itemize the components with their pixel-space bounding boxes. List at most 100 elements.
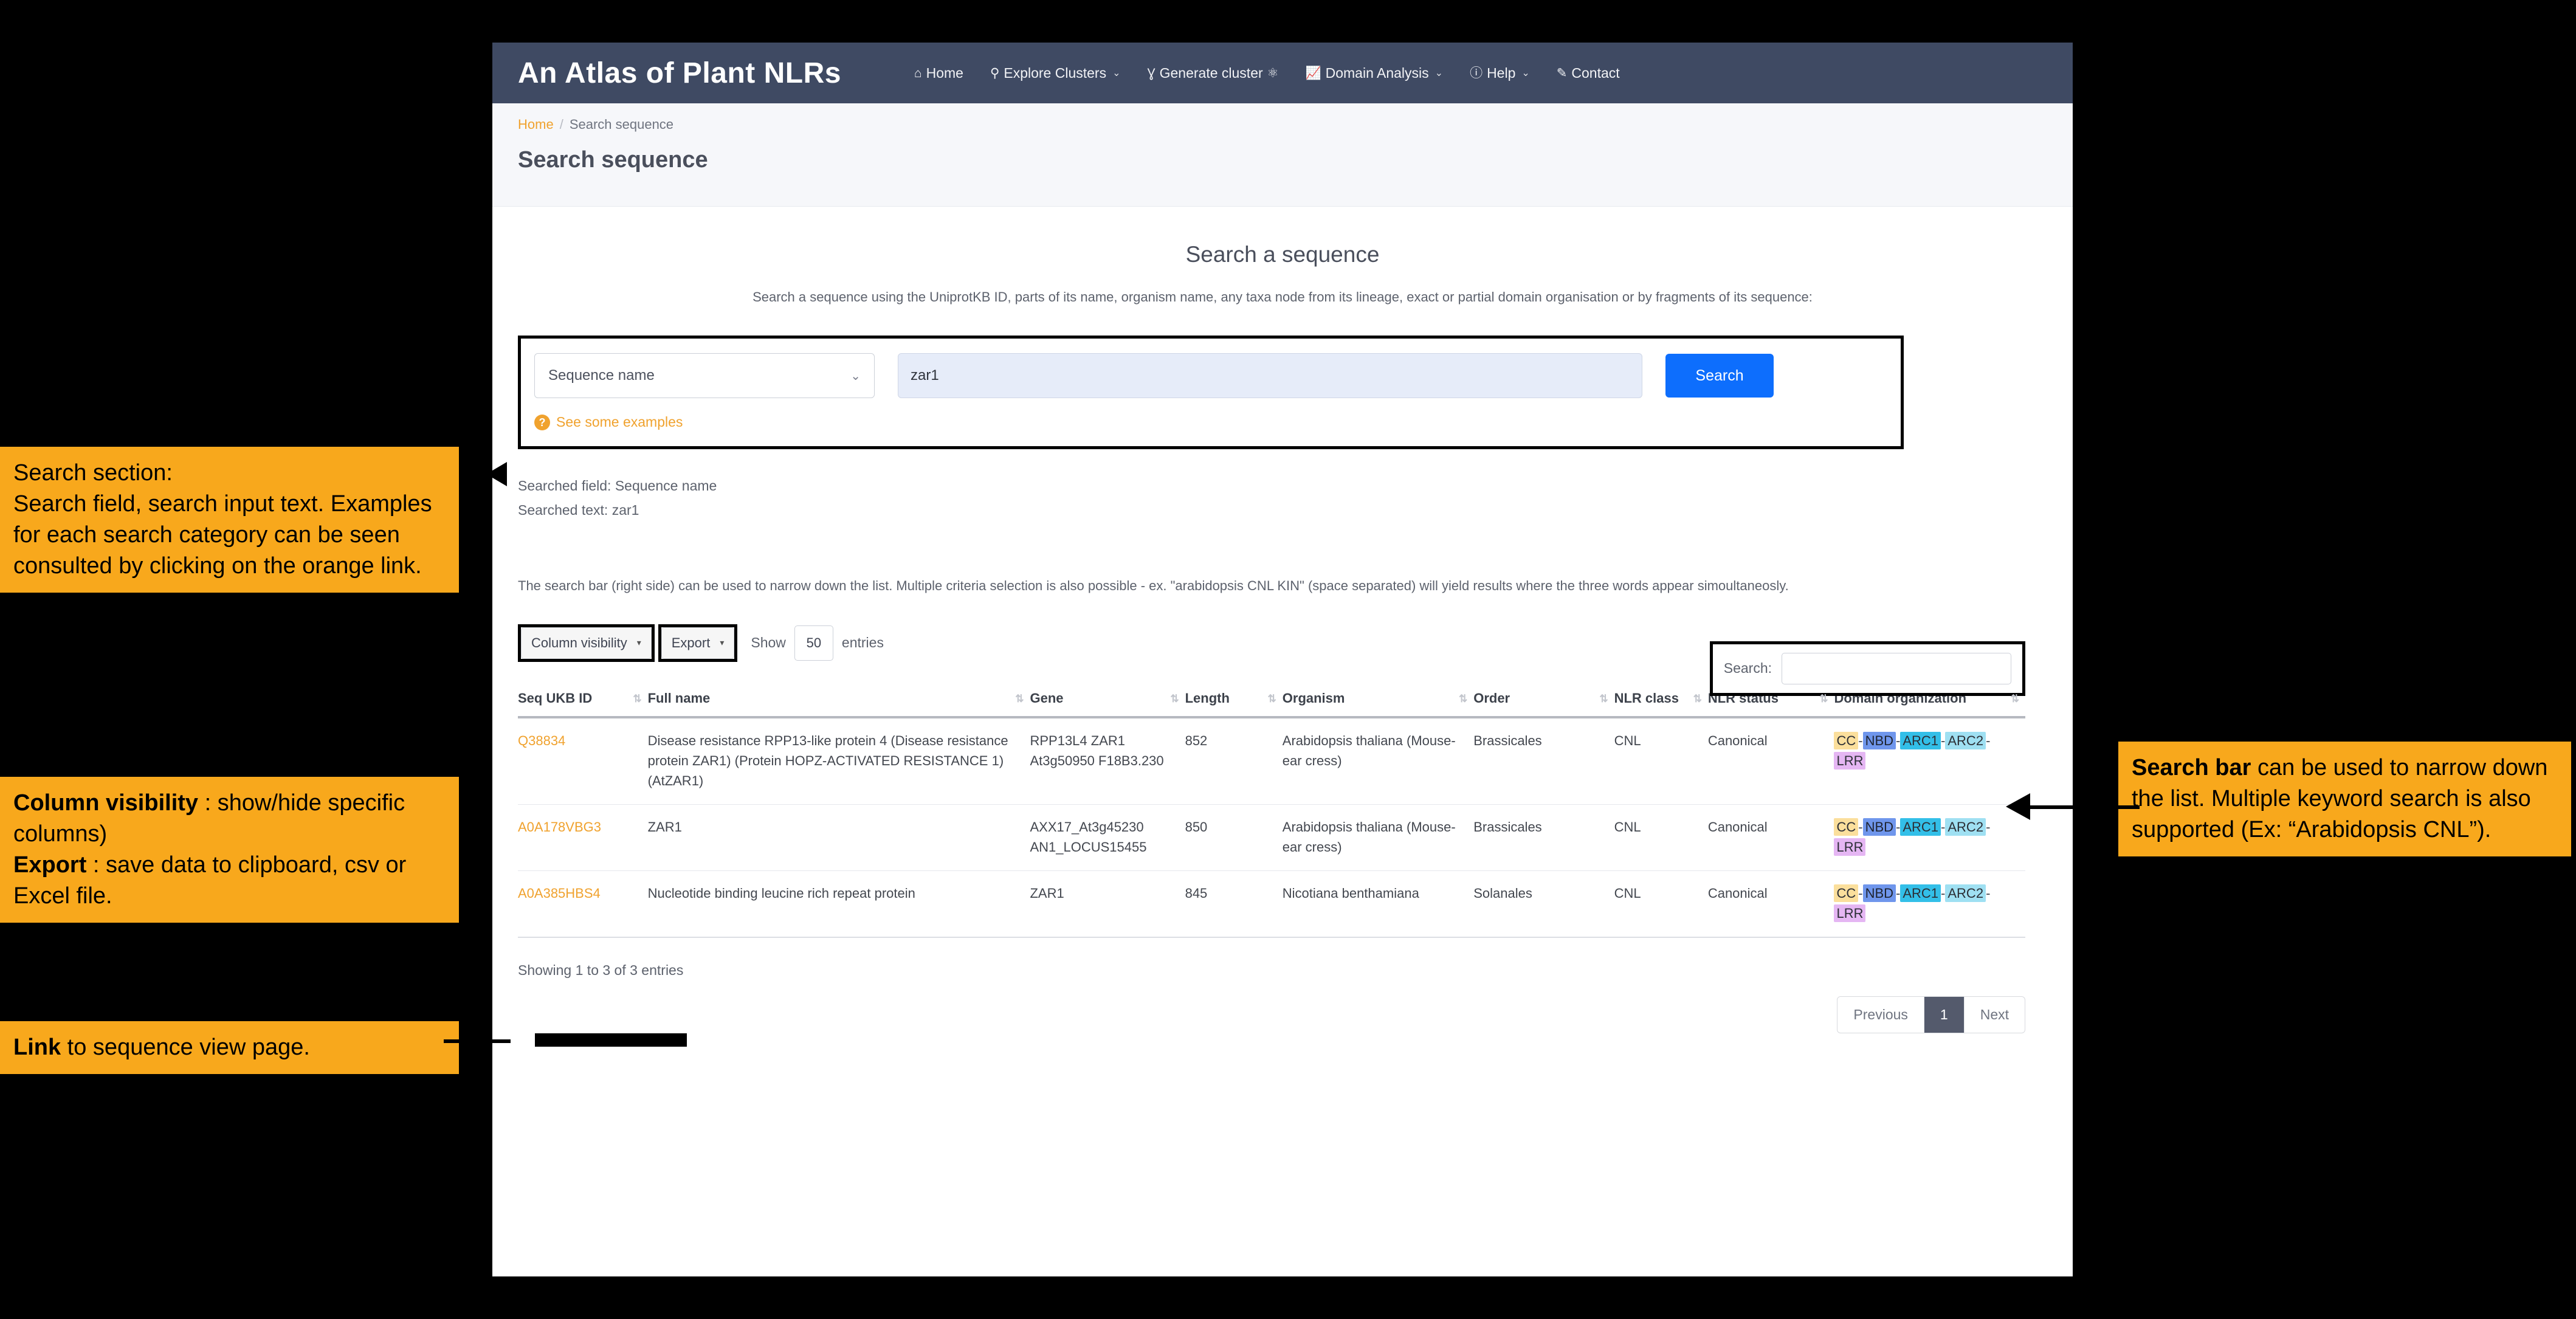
cell-full-name: Nucleotide binding leucine rich repeat p… [647,870,1030,938]
arrow-search-bar [2006,793,2030,820]
sequence-link[interactable]: A0A385HBS4 [518,886,601,901]
col-header-gene[interactable]: Gene ⇅ [1030,689,1185,719]
callout-columns-term: Column visibility [13,790,199,816]
breadcrumb-home-link[interactable]: Home [518,117,554,133]
nav-label-help: Help [1487,64,1516,81]
sort-icon: ⇅ [1267,693,1276,705]
export-label: Export [671,635,711,650]
nav-item-help[interactable]: ⓘ Help ⌄ [1470,65,1530,81]
breadcrumb-current: Search sequence [569,117,674,132]
table-search-label: Search: [1723,660,1772,677]
pagination-previous[interactable]: Previous [1837,997,1924,1033]
cell-organism: Nicotiana benthamiana [1282,870,1474,938]
table-row: A0A385HBS4 Nucleotide binding leucine ri… [518,870,2025,938]
domain-chip-arc2: ARC2 [1945,818,1986,836]
search-button[interactable]: Search [1665,354,1774,398]
chevron-down-icon: ⌄ [1112,68,1121,78]
nav-label-explore-clusters: Explore Clusters [1004,64,1107,81]
show-label: Show [751,635,786,651]
table-search-input[interactable] [1782,652,2011,684]
breadcrumb: Home / Search sequence [518,117,2073,133]
domain-chip-arc2: ARC2 [1945,884,1986,903]
top-navbar: An Atlas of Plant NLRs ⌂ Home ⚲ Explore … [492,43,2073,103]
callout-export-term: Export [13,852,87,878]
showing-entries-text: Showing 1 to 3 of 3 entries [518,962,684,979]
cell-seq-ukb-id: A0A385HBS4 [518,870,648,938]
section-title: Search a sequence [1185,242,1380,267]
search-input[interactable] [898,353,1642,399]
callout-column-export: Column visibility : show/hide specific c… [0,777,459,923]
domain-chip-arc1: ARC1 [1900,732,1941,750]
site-brand[interactable]: An Atlas of Plant NLRs [518,57,841,90]
cell-domain-organization: CC - NBD - ARC1- ARC2 -LRR [1834,870,2025,938]
search-field-select[interactable]: Sequence name ⌄ [534,353,875,399]
nav-item-generate-cluster[interactable]: Ɣ Generate cluster ⚛ [1148,65,1279,81]
cell-domain-organization: CC - NBD - ARC1- ARC2 -LRR [1834,804,2025,872]
col-header-full-name[interactable]: Full name ⇅ [647,689,1030,719]
chevron-down-icon: ⌄ [1521,68,1530,78]
sequence-link[interactable]: A0A178VBG3 [518,819,601,835]
cell-seq-ukb-id: A0A178VBG3 [518,804,648,872]
cell-nlr-class: CNL [1614,870,1708,938]
results-table: Seq UKB ID ⇅ Full name ⇅ Gene ⇅ Length ⇅… [518,689,2025,938]
domain-chip-arc1: ARC1 [1900,884,1941,903]
info-icon: ⓘ [1470,66,1483,80]
nav-item-contact[interactable]: ✎ Contact [1557,65,1620,81]
breadcrumb-band: Home / Search sequence Search sequence [492,103,2073,207]
callout-link-body: to sequence view page. [61,1035,310,1060]
domain-chip-nbd: NBD [1862,732,1896,750]
leader-line-search-bar [2024,805,2140,809]
domain-chip-nbd: NBD [1862,884,1896,903]
callout-sequence-link: Link to sequence view page. [0,1021,459,1074]
searched-field-line: Searched field: Sequence name [518,478,717,494]
narrow-down-note: The search bar (right side) can be used … [518,577,1789,593]
col-header-nlr-class[interactable]: NLR class ⇅ [1614,689,1708,719]
col-label: Gene [1030,690,1064,706]
search-panel: Sequence name ⌄ Search ? See some exampl… [518,336,1904,450]
cell-order: Brassicales [1473,804,1614,872]
callout-search-section: Search section: Search field, search inp… [0,447,459,593]
col-label: Length [1185,690,1230,706]
cell-order: Solanales [1473,870,1614,938]
callout-search-heading: Search section: [13,460,173,486]
main-content: Search a sequence Search a sequence usin… [492,207,2073,1053]
col-label: Full name [647,690,711,706]
col-header-order[interactable]: Order ⇅ [1473,689,1614,719]
export-button[interactable]: Export ▾ [661,627,735,659]
nav-label-generate-cluster: Generate cluster [1159,64,1263,81]
page-title: Search sequence [518,147,708,173]
cell-gene: AXX17_At3g45230 AN1_LOCUS15455 [1030,804,1185,872]
nav-item-home[interactable]: ⌂ Home [914,65,963,81]
column-visibility-button[interactable]: Column visibility ▾ [521,627,652,659]
export-highlight: Export ▾ [658,624,738,662]
domain-chip-lrr: LRR [1834,904,1866,923]
nav-label-home: Home [926,64,963,81]
chart-icon: 📈 [1305,66,1321,80]
domain-chip-lrr: LRR [1834,752,1866,770]
breadcrumb-separator: / [559,117,563,132]
pagination-next[interactable]: Next [1965,997,2025,1033]
col-header-length[interactable]: Length ⇅ [1185,689,1283,719]
domain-chip-cc: CC [1834,818,1859,836]
sequence-link[interactable]: Q38834 [518,733,565,748]
cell-full-name: ZAR1 [647,804,1030,872]
leader-line-columns [173,980,331,983]
see-examples-link[interactable]: ? See some examples [534,414,1887,430]
see-examples-label: See some examples [556,414,683,430]
nav-label-contact: Contact [1571,64,1620,81]
chevron-down-icon: ▾ [636,638,641,648]
nav-item-domain-analysis[interactable]: 📈 Domain Analysis ⌄ [1305,65,1443,81]
domain-chip-cc: CC [1834,884,1859,903]
col-header-organism[interactable]: Organism ⇅ [1282,689,1474,719]
cell-length: 850 [1185,804,1283,872]
pagination-page-1[interactable]: 1 [1924,997,1965,1033]
col-label: Order [1473,690,1510,706]
entries-input[interactable] [794,625,833,661]
nav-item-explore-clusters[interactable]: ⚲ Explore Clusters ⌄ [990,65,1121,81]
column-visibility-label: Column visibility [531,635,627,650]
cell-domain-organization: CC - NBD - ARC1- ARC2 -LRR [1834,717,2025,805]
searched-info: Searched field: Sequence name Searched t… [518,474,2047,523]
sort-icon: ⇅ [1819,693,1828,705]
table-row: A0A178VBG3 ZAR1 AXX17_At3g45230 AN1_LOCU… [518,804,2025,872]
col-header-seq-ukb-id[interactable]: Seq UKB ID ⇅ [518,689,648,719]
